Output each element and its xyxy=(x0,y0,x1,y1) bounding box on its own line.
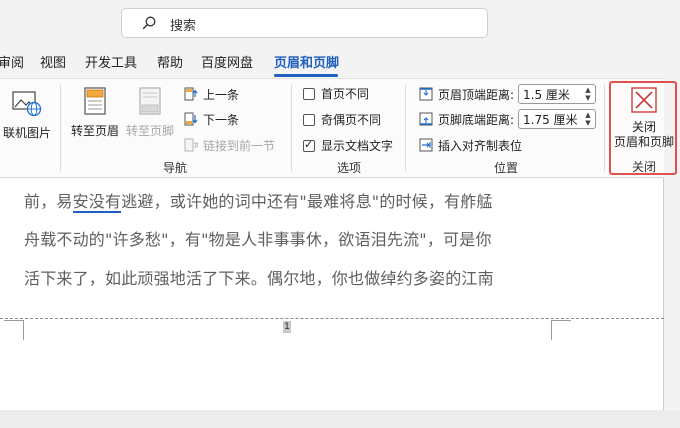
footer-boundary-line xyxy=(0,318,664,319)
document-line-3: 活下来了，如此顽强地活了下来。偶尔地，你也做绰约多姿的江南 xyxy=(24,269,494,288)
margin-corner-mark xyxy=(4,320,24,340)
tab-review[interactable]: 审阅 xyxy=(0,52,24,71)
show-document-text-checkbox[interactable]: 显示文档文字 xyxy=(303,137,393,154)
link-to-previous-label: 链接到前一节 xyxy=(203,138,276,153)
ribbon: 联机图片 转至页眉 转至页脚 上一条 下一条 链接到前一节 导航 首页不同 奇偶… xyxy=(0,78,664,178)
separator xyxy=(291,85,292,171)
search-box[interactable]: 搜索 xyxy=(121,8,488,38)
header-from-top-spinner[interactable]: 1.5 厘米 ▲ ▼ xyxy=(518,84,596,104)
page-number-field[interactable]: 1 xyxy=(283,321,291,333)
spin-down-icon[interactable]: ▼ xyxy=(585,119,590,127)
close-header-footer-button[interactable]: 关闭 页眉和页脚 xyxy=(611,87,677,150)
search-icon xyxy=(142,16,156,30)
text-run: 逃避，或许她的词中还有"最难将息"的时候，有舴艋 xyxy=(121,192,493,211)
spinner-arrows[interactable]: ▲ ▼ xyxy=(583,86,593,102)
goto-header-button[interactable]: 转至页眉 xyxy=(68,87,122,139)
next-button[interactable]: 下一条 xyxy=(184,110,239,128)
spin-up-icon[interactable]: ▲ xyxy=(585,86,590,94)
document-page[interactable]: 前，易安没有逃避，或许她的词中还有"最难将息"的时候，有舴艋 舟载不动的"许多愁… xyxy=(0,178,664,410)
tab-help[interactable]: 帮助 xyxy=(157,52,183,71)
online-picture-label: 联机图片 xyxy=(2,126,51,140)
spin-up-icon[interactable]: ▲ xyxy=(585,111,590,119)
close-label-line2: 页眉和页脚 xyxy=(613,135,674,149)
previous-button[interactable]: 上一条 xyxy=(184,85,239,103)
header-from-top-label: 页眉顶端距离: xyxy=(438,87,515,102)
checkbox-box-checked xyxy=(303,138,315,152)
footer-from-bottom-value: 1.75 厘米 xyxy=(523,112,578,127)
footer-from-bottom-label: 页脚底端距离: xyxy=(438,112,515,127)
previous-label: 上一条 xyxy=(203,87,240,102)
next-icon xyxy=(184,112,198,126)
tab-developer[interactable]: 开发工具 xyxy=(85,52,137,71)
header-from-top: 页眉顶端距离: xyxy=(419,85,514,103)
different-first-page-label: 首页不同 xyxy=(321,87,370,101)
show-document-text-label: 显示文档文字 xyxy=(321,139,394,153)
separator xyxy=(604,85,605,171)
right-gutter xyxy=(664,178,680,410)
options-group-label: 选项 xyxy=(337,161,362,175)
online-picture-icon xyxy=(12,91,42,117)
document-line-1: 前，易安没有逃避，或许她的词中还有"最难将息"的时候，有舴艋 xyxy=(24,188,493,213)
separator xyxy=(405,85,406,171)
page-gap xyxy=(0,410,680,428)
header-distance-icon xyxy=(419,87,433,101)
tab-view[interactable]: 视图 xyxy=(40,52,66,71)
tab-baidu-netdisk[interactable]: 百度网盘 xyxy=(201,52,253,71)
checkbox-box xyxy=(303,87,315,100)
link-to-previous-button[interactable]: 链接到前一节 xyxy=(184,136,275,154)
goto-footer-label: 转至页脚 xyxy=(125,124,174,138)
footer-from-bottom: 页脚底端距离: xyxy=(419,110,514,128)
checkbox-box xyxy=(303,113,315,126)
margin-corner-mark xyxy=(551,320,571,340)
next-label: 下一条 xyxy=(203,112,240,127)
header-from-top-value: 1.5 厘米 xyxy=(523,87,570,102)
underlined-text: 安没有 xyxy=(72,192,122,213)
spin-down-icon[interactable]: ▼ xyxy=(585,94,590,102)
search-label: 搜索 xyxy=(170,19,197,34)
footer-distance-icon xyxy=(419,112,433,126)
tab-header-footer[interactable]: 页眉和页脚 xyxy=(274,52,339,71)
online-picture-button[interactable]: 联机图片 xyxy=(2,89,52,141)
goto-header-label: 转至页眉 xyxy=(70,124,119,138)
different-first-page-checkbox[interactable]: 首页不同 xyxy=(303,85,369,102)
alignment-tab-icon xyxy=(419,138,433,152)
link-icon xyxy=(184,138,198,152)
insert-alignment-tab-button[interactable]: 插入对齐制表位 xyxy=(419,136,522,154)
close-icon xyxy=(631,87,657,113)
insert-alignment-tab-label: 插入对齐制表位 xyxy=(438,138,523,153)
active-tab-indicator xyxy=(274,74,338,77)
close-label-line1: 关闭 xyxy=(631,120,656,134)
position-group-label: 位置 xyxy=(494,161,519,175)
different-odd-even-checkbox[interactable]: 奇偶页不同 xyxy=(303,111,381,128)
goto-header-icon xyxy=(84,87,106,115)
document-line-2: 舟载不动的"许多愁"，有"物是人非事事休，欲语泪先流"，可是你 xyxy=(24,230,492,249)
goto-footer-icon xyxy=(139,87,161,115)
text-run: 前，易 xyxy=(24,192,73,211)
goto-footer-button[interactable]: 转至页脚 xyxy=(122,87,178,139)
previous-icon xyxy=(184,87,198,101)
different-odd-even-label: 奇偶页不同 xyxy=(321,113,382,127)
footer-from-bottom-spinner[interactable]: 1.75 厘米 ▲ ▼ xyxy=(518,109,596,129)
close-group-label: 关闭 xyxy=(632,160,657,174)
spinner-arrows[interactable]: ▲ ▼ xyxy=(583,111,593,127)
navigation-group-label: 导航 xyxy=(163,161,188,175)
separator xyxy=(60,85,61,171)
